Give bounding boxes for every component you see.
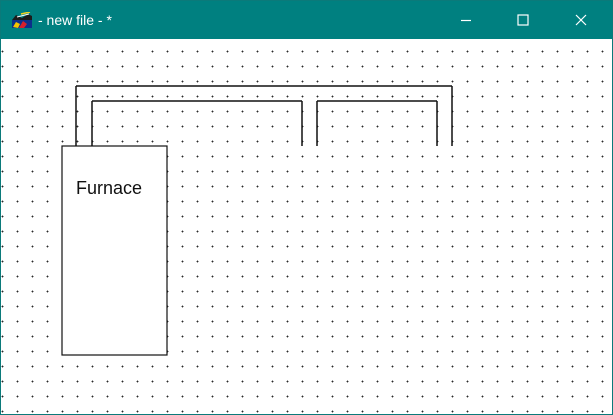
pipe-loop-inner-right[interactable] [316, 100, 438, 146]
minimize-button[interactable] [443, 1, 489, 39]
app-window: - new file - * Furnace [0, 0, 613, 415]
app-logo-icon [12, 12, 32, 28]
pipe-loop-outer[interactable] [75, 85, 453, 146]
furnace-component[interactable]: Furnace [61, 145, 168, 356]
drawing-canvas[interactable]: Furnace [1, 39, 612, 414]
close-button[interactable] [558, 1, 604, 39]
window-title: - new file - * [38, 12, 112, 28]
pipe-loop-inner-left[interactable] [91, 100, 303, 146]
pipe-diagram: Furnace [61, 85, 453, 356]
maximize-button[interactable] [500, 1, 546, 39]
close-icon [575, 14, 587, 26]
title-bar[interactable]: - new file - * [1, 1, 612, 39]
minimize-icon [461, 19, 471, 22]
furnace-label: Furnace [76, 178, 142, 198]
maximize-icon [517, 14, 529, 26]
